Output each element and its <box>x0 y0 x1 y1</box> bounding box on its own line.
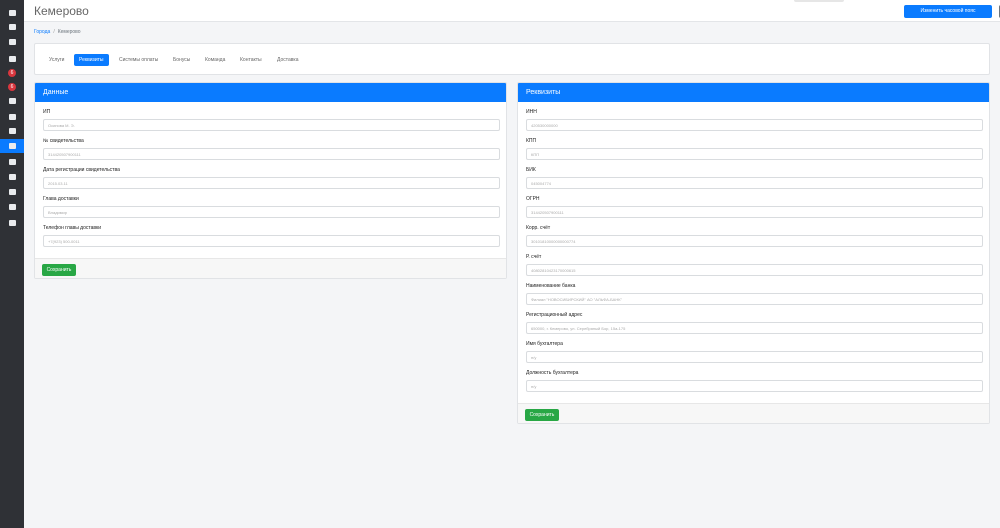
cart-icon <box>8 39 16 45</box>
list-icon <box>8 174 16 180</box>
user-icon <box>8 114 16 120</box>
field-label-bik: БИК <box>526 167 536 173</box>
notification-icon: 6 <box>8 69 16 77</box>
document-icon <box>8 220 16 226</box>
ogrn-input[interactable]: 314420507900111 <box>526 206 983 218</box>
breadcrumb-current: Кемерово <box>57 29 81 35</box>
ip-input[interactable]: Осипова М. Э. <box>43 119 500 131</box>
field-label-settlement-account: Р. счёт <box>526 254 542 260</box>
field-label-ogrn: ОГРН <box>526 196 540 202</box>
data-panel: Данные ИП Осипова М. Э. № свидетельства … <box>34 82 507 279</box>
field-label-ip: ИП <box>43 109 51 115</box>
sidebar-item[interactable] <box>0 20 24 34</box>
sidebar: 66 <box>0 0 24 528</box>
save-data-button[interactable]: Сохранить <box>42 264 76 276</box>
sidebar-item[interactable] <box>0 139 24 153</box>
tabs-card: Услуги Реквизиты Системы оплаты Бонусы К… <box>34 43 990 75</box>
bank-name-input[interactable]: Филиал "НОВОСИБИРСКИЙ" АО "АЛЬФА-БАНК" <box>526 293 983 305</box>
filter-icon <box>8 189 16 195</box>
registration-address-input[interactable]: 650000, г. Кемерово, ул. Серебряный Бор,… <box>526 322 983 334</box>
thumbs-up-icon <box>8 98 16 104</box>
wrench-icon <box>8 204 16 210</box>
save-requisites-button[interactable]: Сохранить <box>525 409 559 421</box>
tab-requisites[interactable]: Реквизиты <box>74 54 109 66</box>
field-label-accountant-name: Имя бухгалтера <box>526 341 563 347</box>
delivery-head-input[interactable]: Владимир <box>43 206 500 218</box>
data-panel-title: Данные <box>35 83 506 102</box>
accountant-name-input[interactable]: н/у <box>526 351 983 363</box>
sidebar-item[interactable] <box>0 110 24 124</box>
sidebar-item[interactable] <box>0 94 24 108</box>
help-icon <box>8 159 16 165</box>
page-title: Кемерово <box>34 4 89 18</box>
breadcrumb: Города / Кемерово <box>34 29 81 35</box>
settlement-account-input[interactable]: 40802810423170000615 <box>526 264 983 276</box>
sidebar-item[interactable] <box>0 170 24 184</box>
sidebar-item[interactable] <box>0 185 24 199</box>
home-icon <box>8 143 16 149</box>
bik-input[interactable]: 045004774 <box>526 177 983 189</box>
field-label-registration-address: Регистрационный адрес <box>526 312 583 318</box>
tab-team[interactable]: Команда <box>205 54 225 66</box>
requisites-panel-footer: Сохранить <box>518 403 989 423</box>
header-search-field[interactable] <box>794 0 844 2</box>
field-label-accountant-position: Должность бухгалтера <box>526 370 579 376</box>
tab-bonuses[interactable]: Бонусы <box>173 54 190 66</box>
sidebar-item[interactable] <box>0 155 24 169</box>
field-label-bank-name: Наименование банка <box>526 283 576 289</box>
field-label-delivery-head: Глава доставки <box>43 196 79 202</box>
field-label-certificate-date: Дата регистрации свидетельства <box>43 167 120 173</box>
certificate-date-input[interactable]: 2015.03.11 <box>43 177 500 189</box>
field-label-corr-account: Корр. счёт <box>526 225 551 231</box>
field-label-delivery-head-phone: Телефон главы доставки <box>43 225 102 231</box>
sidebar-item[interactable]: 6 <box>0 66 24 80</box>
sidebar-item[interactable] <box>0 200 24 214</box>
sidebar-item[interactable] <box>0 124 24 138</box>
field-label-kpp: КПП <box>526 138 537 144</box>
tab-contacts[interactable]: Контакты <box>240 54 262 66</box>
requisites-panel: Реквизиты ИНН 420530000000 КПП КПП БИК 0… <box>517 82 990 424</box>
top-header: Кемерово Изменить часовой пояс + ⚙ <box>24 0 1000 22</box>
menu-icon <box>8 10 16 16</box>
mail-icon <box>8 24 16 30</box>
accountant-position-input[interactable]: н/у <box>526 380 983 392</box>
requisites-panel-title: Реквизиты <box>518 83 989 102</box>
inn-input[interactable]: 420530000000 <box>526 119 983 131</box>
tab-payment-systems[interactable]: Системы оплаты <box>119 54 158 66</box>
notification-icon: 6 <box>8 83 16 91</box>
field-label-inn: ИНН <box>526 109 537 115</box>
sidebar-item[interactable] <box>0 52 24 66</box>
change-timezone-button[interactable]: Изменить часовой пояс <box>904 5 992 18</box>
image-icon <box>8 56 16 62</box>
breadcrumb-separator: / <box>53 29 55 35</box>
sidebar-item[interactable] <box>0 216 24 230</box>
tab-services[interactable]: Услуги <box>49 54 64 66</box>
breadcrumb-link-cities[interactable]: Города <box>34 29 50 35</box>
kpp-input[interactable]: КПП <box>526 148 983 160</box>
sidebar-item[interactable] <box>0 35 24 49</box>
sidebar-item[interactable] <box>0 6 24 20</box>
user-icon <box>8 128 16 134</box>
field-label-certificate-number: № свидетельства <box>43 138 84 144</box>
data-panel-footer: Сохранить <box>35 258 506 278</box>
corr-account-input[interactable]: 30101810000000000774 <box>526 235 983 247</box>
tab-delivery[interactable]: Доставка <box>277 54 298 66</box>
sidebar-item[interactable]: 6 <box>0 80 24 94</box>
certificate-number-input[interactable]: 314420507900111 <box>43 148 500 160</box>
delivery-head-phone-input[interactable]: +7(923) 500-0011 <box>43 235 500 247</box>
